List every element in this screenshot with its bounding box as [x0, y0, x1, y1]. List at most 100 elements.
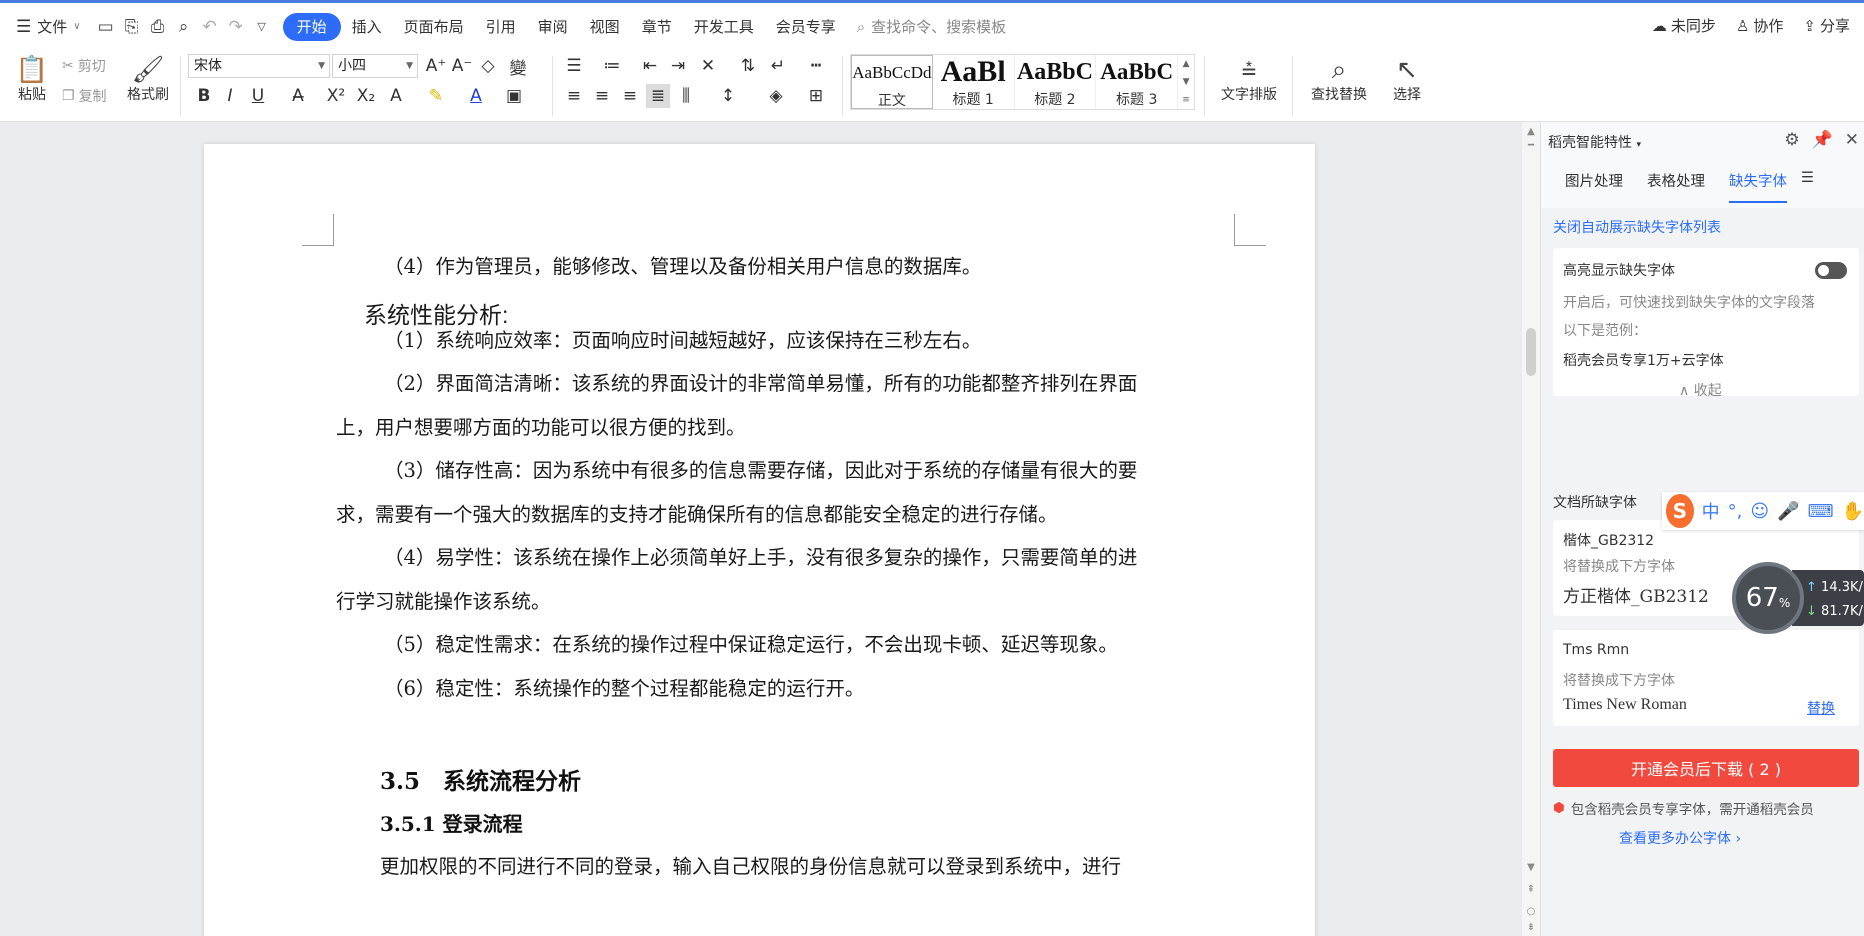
- highlight-toggle[interactable]: [1815, 262, 1847, 279]
- sort-icon[interactable]: ⇅: [736, 54, 760, 78]
- more-fonts-link[interactable]: 查看更多办公字体 ›: [1619, 828, 1741, 848]
- italic-icon[interactable]: I: [218, 84, 242, 108]
- sync-button[interactable]: ☁ 未同步: [1652, 15, 1716, 36]
- style-sample: AaBbC: [1100, 59, 1174, 84]
- style-scroll[interactable]: ▲ ▼ ≡: [1178, 55, 1194, 109]
- tab-review[interactable]: 审阅: [527, 13, 579, 41]
- font-name-select[interactable]: 宋体 ▼: [188, 54, 330, 78]
- highlight-icon[interactable]: ✎: [424, 84, 448, 108]
- member-download-button[interactable]: 开通会员后下载 ( 2 ): [1553, 749, 1859, 787]
- punctuation-icon[interactable]: °,: [1728, 501, 1743, 522]
- share-button[interactable]: ⇪ 分享: [1803, 15, 1850, 36]
- command-search[interactable]: ⌕ 查找命令、搜索模板: [857, 16, 1006, 37]
- file-menu[interactable]: ☰ 文件 ∨: [0, 16, 93, 37]
- menu-icon[interactable]: ☰: [1801, 164, 1814, 203]
- close-auto-show-link[interactable]: 关闭自动展示缺失字体列表: [1553, 217, 1721, 237]
- tab-member[interactable]: 会员专享: [765, 13, 847, 41]
- strikethrough-icon[interactable]: A̶: [286, 84, 310, 108]
- underline-icon[interactable]: U: [246, 84, 270, 108]
- tab-home[interactable]: 开始: [282, 12, 341, 41]
- skin-icon[interactable]: ✋: [1842, 501, 1864, 522]
- collapse-button[interactable]: ∧ 收起: [1679, 380, 1722, 400]
- justify-icon[interactable]: ≣: [646, 84, 670, 108]
- cut-button[interactable]: ✂ 剪切: [62, 54, 106, 78]
- style-heading-2[interactable]: AaBbC 标题 2: [1015, 55, 1097, 109]
- align-left-icon[interactable]: ≡: [562, 84, 586, 108]
- ribbon-separator: [842, 56, 843, 116]
- style-heading-1[interactable]: AaBl 标题 1: [933, 55, 1015, 109]
- borders-icon[interactable]: ⊞: [804, 84, 828, 108]
- text-layout-button[interactable]: ⩮ 文字排版: [1210, 52, 1288, 108]
- copy-button[interactable]: ❐ 复制: [62, 84, 107, 108]
- bullet-list-icon[interactable]: ☰: [562, 54, 586, 78]
- collab-button[interactable]: ♙ 协作: [1736, 15, 1783, 36]
- document-scrollbar[interactable]: ▲ ━ ▼ ⇞ ○ ⇟: [1522, 122, 1540, 936]
- gear-icon[interactable]: ⚙: [1784, 130, 1799, 150]
- find-replace-button[interactable]: ⌕ 查找替换: [1300, 52, 1378, 108]
- bold-icon[interactable]: B: [192, 84, 216, 108]
- ime-toolbar[interactable]: S 中 °, ☺ 🎤 ⌨ ✋: [1662, 492, 1864, 530]
- tab-table-processing[interactable]: 表格处理: [1647, 164, 1705, 203]
- shrink-font-icon[interactable]: A⁻: [450, 54, 474, 78]
- text-effect-icon[interactable]: A: [384, 84, 408, 108]
- tab-image-processing[interactable]: 图片处理: [1565, 164, 1623, 203]
- save-icon[interactable]: ▭: [93, 14, 119, 40]
- style-normal[interactable]: AaBbCcDd 正文: [851, 55, 933, 109]
- replace-link[interactable]: 替换: [1807, 698, 1835, 718]
- export-pdf-icon[interactable]: ⎘: [119, 14, 145, 40]
- decrease-indent-icon[interactable]: ⇤: [638, 54, 662, 78]
- ruler-icon[interactable]: ┅: [804, 54, 828, 78]
- redo-icon[interactable]: ↷: [223, 14, 249, 40]
- network-speed-widget[interactable]: ↑ 14.3K/ ↓ 81.7K/ 67%: [1732, 562, 1864, 634]
- panel-title[interactable]: 稻壳智能特性 ▾: [1548, 132, 1641, 152]
- subscript-icon[interactable]: X₂: [354, 84, 378, 108]
- chevron-down-icon: ▼: [406, 61, 413, 71]
- tab-insert[interactable]: 插入: [341, 13, 393, 41]
- tab-page-layout[interactable]: 页面布局: [393, 13, 475, 41]
- emoji-icon[interactable]: ☺: [1750, 501, 1769, 522]
- print-icon[interactable]: ⎙: [145, 14, 171, 40]
- tab-view[interactable]: 视图: [579, 13, 631, 41]
- increase-indent-icon[interactable]: ⇥: [666, 54, 690, 78]
- undo-icon[interactable]: ↶: [197, 14, 223, 40]
- select-button[interactable]: ↖ 选择: [1382, 52, 1432, 108]
- tab-developer[interactable]: 开发工具: [683, 13, 765, 41]
- char-border-icon[interactable]: ▣: [502, 84, 526, 108]
- clear-format-icon[interactable]: ◇: [476, 54, 500, 78]
- paste-button[interactable]: 📋 粘贴: [10, 52, 54, 108]
- tab-references[interactable]: 引用: [475, 13, 527, 41]
- line-spacing-icon[interactable]: ↕: [716, 84, 740, 108]
- font-color-icon[interactable]: A: [464, 84, 488, 108]
- grow-font-icon[interactable]: A⁺: [424, 54, 448, 78]
- highlight-title: 高亮显示缺失字体: [1563, 263, 1675, 279]
- ime-mode-label[interactable]: 中: [1702, 498, 1720, 524]
- replacement-font: 方正楷体_GB2312: [1563, 587, 1709, 607]
- tab-missing-fonts[interactable]: 缺失字体: [1729, 164, 1787, 203]
- chinese-layout-icon[interactable]: ✕: [696, 54, 720, 78]
- style-heading-3[interactable]: AaBbC 标题 3: [1096, 55, 1179, 109]
- show-marks-icon[interactable]: ↵: [766, 54, 790, 78]
- customize-chevron-icon[interactable]: ▽: [249, 14, 275, 40]
- pin-icon[interactable]: 📌: [1812, 130, 1833, 150]
- phonetic-icon[interactable]: 變: [506, 54, 530, 79]
- format-painter-button[interactable]: 🖌 格式刷: [124, 52, 172, 108]
- print-preview-icon[interactable]: ⌕: [171, 14, 197, 40]
- align-center-icon[interactable]: ≡: [590, 84, 614, 108]
- next-page-icon[interactable]: ⇟: [1522, 922, 1540, 933]
- font-size-select[interactable]: 小四 ▼: [332, 54, 418, 78]
- microphone-icon[interactable]: 🎤: [1777, 501, 1799, 522]
- tab-chapter[interactable]: 章节: [631, 13, 683, 41]
- superscript-icon[interactable]: X²: [324, 84, 348, 108]
- keyboard-icon[interactable]: ⌨: [1808, 501, 1834, 522]
- numbered-list-icon[interactable]: ≔: [600, 54, 624, 78]
- scrollbar-thumb[interactable]: [1526, 328, 1536, 376]
- scroll-down-icon[interactable]: ▼: [1522, 862, 1540, 873]
- close-icon[interactable]: ✕: [1845, 130, 1859, 150]
- align-right-icon[interactable]: ≡: [618, 84, 642, 108]
- prev-page-icon[interactable]: ⇞: [1522, 884, 1540, 895]
- document-page[interactable]: （4）作为管理员，能够修改、管理以及备份相关用户信息的数据库。 系统性能分析: …: [204, 144, 1315, 936]
- distributed-icon[interactable]: ⫼: [674, 84, 698, 108]
- browse-object-icon[interactable]: ○: [1522, 906, 1540, 917]
- shading-icon[interactable]: ◈: [764, 84, 788, 108]
- scroll-up-icon[interactable]: ▲: [1522, 126, 1540, 137]
